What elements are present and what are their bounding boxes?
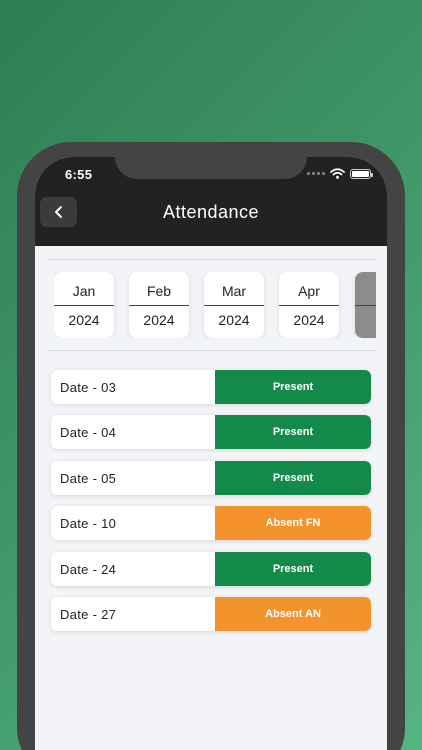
battery-icon	[350, 168, 373, 179]
status-icons	[307, 168, 373, 179]
month-year: 2024	[218, 312, 250, 328]
status-badge-absent: Absent AN	[215, 597, 371, 631]
attendance-row: Date - 05 Present	[51, 461, 371, 495]
attendance-row: Date - 24 Present	[51, 552, 371, 586]
page-title: Attendance	[162, 202, 260, 222]
month-label: Jan	[72, 283, 96, 299]
top-bar: 6:55 Attendance	[35, 157, 387, 246]
status-badge-present: Present	[215, 370, 371, 404]
month-card-mar[interactable]: Mar 2024	[204, 272, 264, 338]
status-badge-present: Present	[215, 461, 371, 495]
month-selector[interactable]: Jan 2024 Feb 2024 Mar 2024 Apr 2024 M 2	[54, 272, 376, 338]
status-badge-present: Present	[215, 415, 371, 449]
app-screen: 6:55 Attendance Jan 2024 Feb 2024 Mar 20…	[35, 157, 387, 750]
month-label: M	[355, 283, 376, 299]
attendance-row: Date - 10 Absent FN	[51, 506, 371, 540]
month-year: 2024	[68, 312, 100, 328]
attendance-date: Date - 24	[60, 562, 117, 577]
month-card-feb[interactable]: Feb 2024	[129, 272, 189, 338]
attendance-row: Date - 03 Present	[51, 370, 371, 404]
month-card-divider	[54, 305, 114, 306]
month-label: Apr	[298, 283, 320, 299]
month-card-jan[interactable]: Jan 2024	[54, 272, 114, 338]
attendance-row: Date - 04 Present	[51, 415, 371, 449]
attendance-date: Date - 10	[60, 516, 117, 531]
signal-dots-icon	[307, 172, 325, 175]
top-divider	[47, 259, 375, 260]
status-badge-absent: Absent FN	[215, 506, 371, 540]
month-year: 2024	[293, 312, 325, 328]
month-year: 2024	[143, 312, 175, 328]
month-card-divider	[129, 305, 189, 306]
attendance-date: Date - 05	[60, 471, 117, 486]
months-divider	[47, 350, 375, 351]
month-card-divider	[355, 305, 376, 306]
month-label: Mar	[221, 283, 247, 299]
wifi-icon	[330, 168, 345, 179]
month-label: Feb	[146, 283, 172, 299]
month-card-divider	[279, 305, 339, 306]
status-badge-present: Present	[215, 552, 371, 586]
attendance-row: Date - 27 Absent AN	[51, 597, 371, 631]
month-year: 2	[355, 312, 376, 328]
notch	[115, 157, 307, 179]
attendance-date: Date - 03	[60, 380, 117, 395]
attendance-date: Date - 04	[60, 425, 117, 440]
month-card-may-selected[interactable]: M 2	[355, 272, 376, 338]
month-card-apr[interactable]: Apr 2024	[279, 272, 339, 338]
attendance-date: Date - 27	[60, 607, 117, 622]
status-time: 6:55	[65, 167, 93, 182]
month-card-divider	[204, 305, 264, 306]
